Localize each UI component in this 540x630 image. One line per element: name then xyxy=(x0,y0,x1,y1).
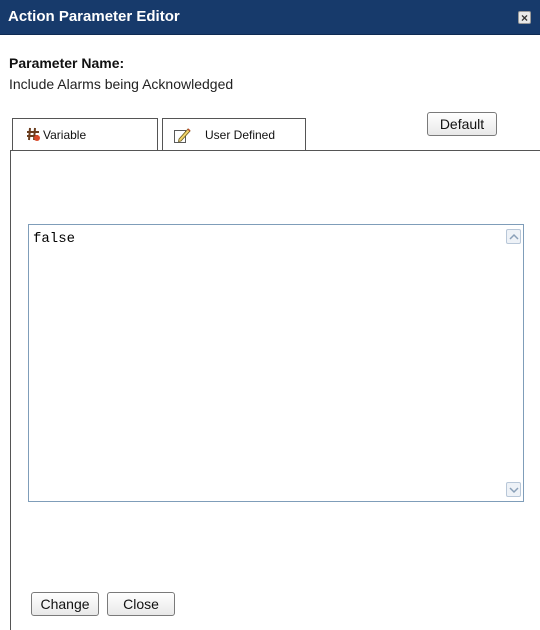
tab-variable-label: Variable xyxy=(43,128,87,142)
tab-user-defined[interactable]: User Defined xyxy=(162,118,306,151)
default-button[interactable]: Default xyxy=(427,112,497,136)
tab-user-defined-label: User Defined xyxy=(205,128,276,142)
pencil-edit-icon xyxy=(173,126,191,143)
title-bar[interactable]: Action Parameter Editor × xyxy=(0,0,540,35)
parameter-value-text[interactable]: false xyxy=(33,231,499,497)
close-icon[interactable]: × xyxy=(518,11,531,24)
parameter-name-value: Include Alarms being Acknowledged xyxy=(9,76,234,92)
close-button[interactable]: Close xyxy=(107,592,175,616)
tab-variable[interactable]: Variable xyxy=(12,118,158,150)
action-parameter-editor-dialog: Action Parameter Editor × Parameter Name… xyxy=(0,0,540,630)
scroll-up-icon[interactable] xyxy=(506,229,521,244)
dialog-title: Action Parameter Editor xyxy=(8,8,180,25)
vertical-scrollbar[interactable] xyxy=(503,225,523,501)
change-button[interactable]: Change xyxy=(31,592,99,616)
parameter-name-label: Parameter Name: xyxy=(9,55,125,71)
parameter-value-textarea[interactable]: false xyxy=(28,224,524,502)
hash-variable-icon xyxy=(25,126,41,142)
scroll-down-icon[interactable] xyxy=(506,482,521,497)
